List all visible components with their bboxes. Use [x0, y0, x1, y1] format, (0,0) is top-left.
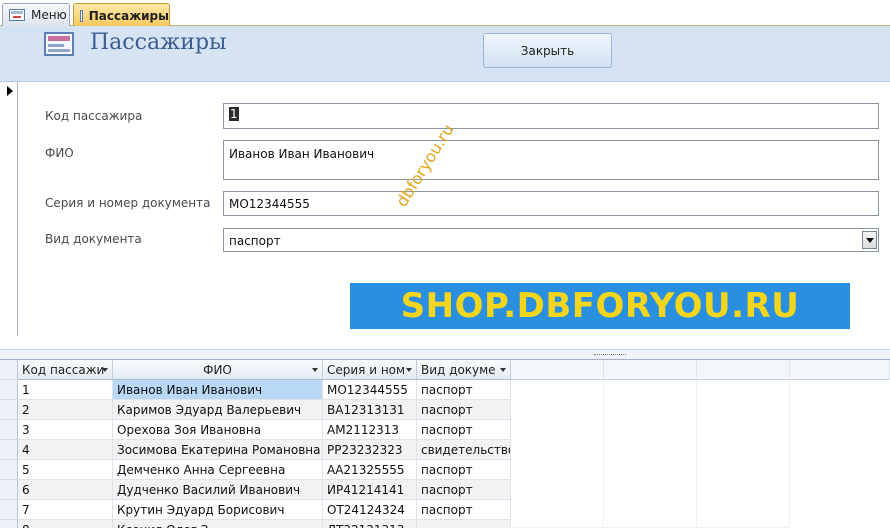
tab-menu[interactable]: Меню [2, 3, 70, 26]
row-selector[interactable] [0, 520, 18, 528]
passenger-id-field[interactable]: 1 [223, 103, 879, 129]
full-name-field[interactable]: Иванов Иван Иванович [223, 140, 879, 180]
close-button[interactable]: Закрыть [483, 33, 612, 68]
cell-name[interactable]: Демченко Анна Сергеевна [113, 460, 323, 480]
tab-label: Пассажиры [88, 8, 169, 23]
record-selector[interactable] [0, 82, 18, 336]
cell-id[interactable]: 8 [18, 520, 113, 528]
cell-document-number[interactable]: ЛТ32131313 [323, 520, 417, 528]
column-header-document-number[interactable]: Серия и ном [323, 360, 417, 380]
cell-id[interactable]: 6 [18, 480, 113, 500]
row-selector-column [0, 360, 18, 528]
form-tab-icon [80, 9, 83, 22]
page-title: Пассажиры [90, 30, 227, 55]
passenger-id-value: 1 [229, 107, 239, 121]
cell-name[interactable]: Ксения Олег З [113, 520, 323, 528]
cell-id[interactable]: 1 [18, 380, 113, 400]
cell-id[interactable]: 3 [18, 420, 113, 440]
splitter-grip[interactable] [594, 354, 626, 356]
cell-document-number[interactable]: ВА12313131 [323, 400, 417, 420]
row-selector[interactable] [0, 400, 18, 420]
chevron-down-icon[interactable] [500, 368, 506, 372]
cell-document-number[interactable]: АА21325555 [323, 460, 417, 480]
cell-name[interactable]: Иванов Иван Иванович [113, 380, 323, 400]
column-header-id[interactable]: Код пассажи [18, 360, 113, 380]
document-type-combo[interactable]: паспорт [223, 228, 879, 252]
record-pointer-icon [7, 86, 13, 96]
cell-document-number[interactable]: АМ2112313 [323, 420, 417, 440]
row-selector[interactable] [0, 460, 18, 480]
document-type-value: паспорт [229, 234, 281, 248]
cell-document-type[interactable]: паспорт [417, 500, 511, 520]
access-window: Меню Пассажиры Пассажиры Закрыть Код пас… [0, 0, 890, 528]
cell-document-number[interactable]: МО12344555 [323, 380, 417, 400]
datasheet: Код пассажи ФИО Серия и ном Вид докуме 1… [0, 360, 890, 528]
select-all-corner[interactable] [0, 360, 18, 380]
cell-id[interactable]: 5 [18, 460, 113, 480]
empty-column [604, 380, 697, 528]
column-header-name[interactable]: ФИО [113, 360, 323, 380]
row-selector[interactable] [0, 420, 18, 440]
chevron-down-icon[interactable] [406, 368, 412, 372]
empty-column-header [697, 360, 790, 380]
cell-document-number[interactable]: ИР41214141 [323, 480, 417, 500]
watermark-banner: SHOP.DBFORYOU.RU [350, 283, 850, 329]
chevron-down-icon[interactable] [102, 368, 108, 372]
row-selector[interactable] [0, 380, 18, 400]
label-document-number: Серия и номер документа [45, 196, 211, 210]
empty-column-header [604, 360, 697, 380]
cell-name[interactable]: Орехова Зоя Ивановна [113, 420, 323, 440]
cell-document-number[interactable]: ОТ24124324 [323, 500, 417, 520]
cell-document-type[interactable]: паспорт [417, 420, 511, 440]
label-full-name: ФИО [45, 146, 74, 160]
tab-label: Меню [31, 8, 67, 22]
cell-document-number[interactable]: РР23232323 [323, 440, 417, 460]
empty-column [511, 380, 604, 528]
form-header: Пассажиры Закрыть [0, 26, 890, 82]
empty-column-header [511, 360, 604, 380]
cell-document-type[interactable]: паспорт [417, 400, 511, 420]
document-tab-strip: Меню Пассажиры [0, 0, 890, 27]
cell-document-type[interactable]: паспорт [417, 460, 511, 480]
column-header-document-type[interactable]: Вид докуме [417, 360, 511, 380]
cell-id[interactable]: 4 [18, 440, 113, 460]
row-selector[interactable] [0, 500, 18, 520]
cell-document-type[interactable]: паспорт [417, 380, 511, 400]
row-selector[interactable] [0, 480, 18, 500]
cell-name[interactable]: Каримов Эдуард Валерьевич [113, 400, 323, 420]
label-passenger-id: Код пассажира [45, 109, 143, 123]
cell-name[interactable]: Зосимова Екатерина Романовна [113, 440, 323, 460]
empty-column-header [790, 360, 890, 380]
split-form-divider[interactable] [0, 349, 890, 360]
cell-document-type[interactable]: паспорт [417, 480, 511, 500]
form-header-icon [44, 32, 74, 56]
form-tab-icon [9, 9, 25, 21]
cell-id[interactable]: 7 [18, 500, 113, 520]
label-document-type: Вид документа [45, 232, 142, 246]
empty-column [697, 380, 790, 528]
cell-name[interactable]: Крутин Эдуард Борисович [113, 500, 323, 520]
tab-passengers[interactable]: Пассажиры [73, 3, 170, 27]
cell-name[interactable]: Дудченко Василий Иванович [113, 480, 323, 500]
cell-document-type[interactable] [417, 520, 511, 528]
row-selector[interactable] [0, 440, 18, 460]
document-number-field[interactable]: МО12344555 [223, 191, 879, 216]
cell-id[interactable]: 2 [18, 400, 113, 420]
dropdown-arrow-icon[interactable] [862, 231, 877, 249]
chevron-down-icon[interactable] [312, 368, 318, 372]
cell-document-type[interactable]: свидетельство [417, 440, 511, 460]
